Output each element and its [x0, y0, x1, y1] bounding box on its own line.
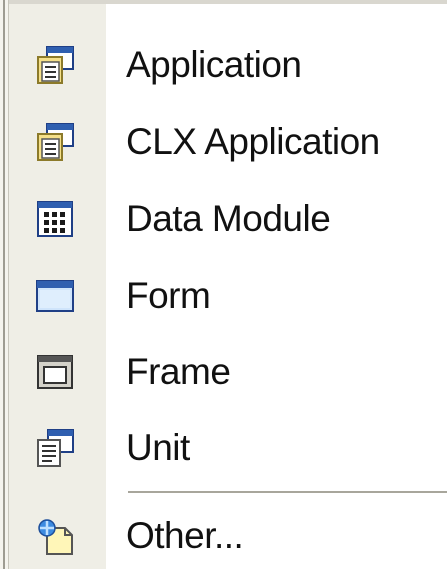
menu-item-label: Other...: [126, 515, 244, 556]
clx-application-icon: [35, 122, 75, 162]
unit-icon: [35, 428, 75, 468]
data-module-icon: [35, 199, 75, 239]
menu-item-frame[interactable]: Frame: [9, 334, 447, 406]
application-icon: [35, 45, 75, 85]
menu-item-application[interactable]: Application: [9, 27, 447, 99]
menu-item-label: Form: [126, 275, 211, 316]
menu-item-label: Unit: [126, 427, 190, 468]
menu-item-label: CLX Application: [126, 121, 380, 162]
menu-item-label: Application: [126, 44, 302, 85]
menu-item-data-module[interactable]: Data Module: [9, 181, 447, 253]
menu-separator: [128, 491, 447, 495]
frame-icon: [35, 352, 75, 392]
menu-item-form[interactable]: Form: [9, 258, 447, 330]
menu-item-label: Frame: [126, 351, 231, 392]
menu-item-other[interactable]: Other...: [9, 498, 447, 570]
menu-item-clx-application[interactable]: CLX Application: [9, 104, 447, 176]
other-icon: [35, 516, 75, 556]
menu-item-label: Data Module: [126, 198, 331, 239]
menu-item-unit[interactable]: Unit: [9, 410, 447, 482]
form-icon: [35, 276, 75, 316]
new-items-menu: Application CLX Application Data Module …: [0, 0, 447, 569]
menu-left-edge-shadow: [3, 0, 5, 569]
